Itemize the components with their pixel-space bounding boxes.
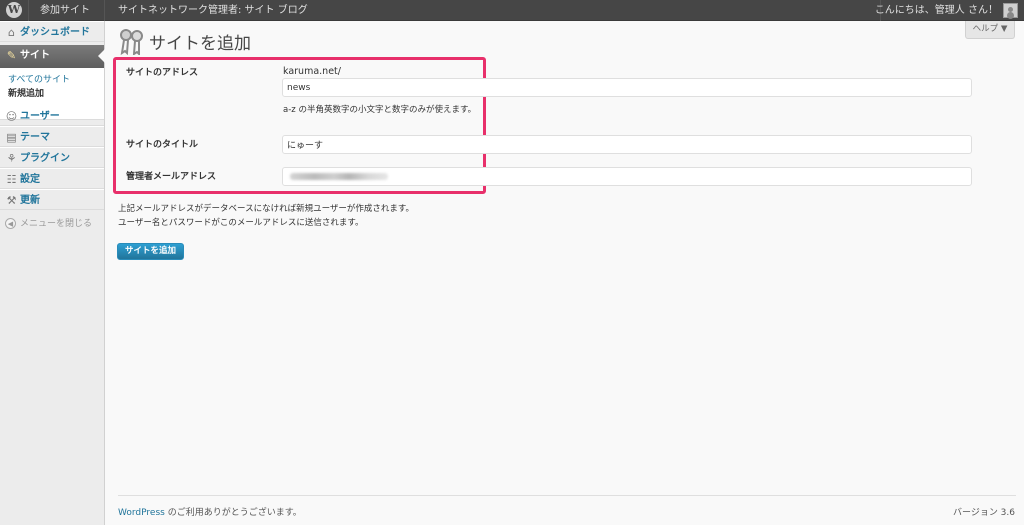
sidebar-item-plugins[interactable]: ⚘ プラグイン [0, 147, 104, 168]
network-admin-menu[interactable]: サイトネットワーク管理者: サイト ブログ [118, 0, 308, 21]
settings-icon: ☷ [6, 173, 17, 186]
help-tab-button[interactable]: ヘルプ ▼ [965, 21, 1015, 39]
site-title-label: サイトのタイトル [126, 140, 199, 150]
site-address-description: a-z の半角英数字の小文字と数字のみが使えます。 [283, 105, 477, 115]
sidebar-item-label: 設定 [20, 174, 40, 185]
sidebar-item-label: サイト [20, 50, 50, 61]
sidebar-item-label: ユーザー [20, 111, 60, 122]
avatar[interactable] [1003, 3, 1018, 18]
sidebar-item-users[interactable]: ☺ ユーザー [0, 105, 104, 126]
sidebar-item-settings[interactable]: ☷ 設定 [0, 168, 104, 189]
sidebar-item-label: ダッシュボード [20, 27, 90, 38]
sidebar-item-themes[interactable]: ▤ テーマ [0, 126, 104, 147]
email-note-line-2: ユーザー名とパスワードがこのメールアドレスに送信されます。 [118, 218, 364, 228]
submenu-add-new[interactable]: 新規追加 [8, 86, 44, 99]
admin-email-input[interactable] [282, 167, 972, 186]
sites-page-icon [120, 29, 143, 55]
sidebar-item-label: プラグイン [20, 153, 70, 164]
plugins-icon: ⚘ [6, 152, 17, 165]
my-sites-menu[interactable]: 参加サイト [40, 0, 90, 21]
blurred-email-value [290, 173, 388, 180]
site-address-label: サイトのアドレス [126, 68, 199, 78]
admin-bar-divider [28, 0, 29, 21]
themes-icon: ▤ [6, 131, 17, 144]
sidebar-item-label: テーマ [20, 132, 50, 143]
admin-bar-divider [104, 0, 105, 21]
site-address-input[interactable] [282, 78, 972, 97]
sidebar-item-dashboard[interactable]: ⌂ ダッシュボード [0, 21, 104, 42]
my-account-greeting[interactable]: こんにちは、管理人 さん！ [875, 0, 998, 21]
add-site-button[interactable]: サイトを追加 [117, 243, 184, 260]
sidebar-item-sites[interactable]: ✎ サイト [0, 45, 105, 68]
footer-divider [118, 495, 1016, 496]
current-menu-arrow [98, 49, 105, 63]
admin-bar: W 参加サイト サイトネットワーク管理者: サイト ブログ こんにちは、管理人 … [0, 0, 1024, 21]
users-icon: ☺ [5, 110, 18, 123]
updates-icon: ⚒ [6, 194, 17, 207]
sites-icon: ✎ [6, 49, 17, 62]
email-note-line-1: 上記メールアドレスがデータベースになければ新規ユーザーが作成されます。 [118, 204, 415, 214]
collapse-arrow-icon: ◀ [5, 218, 16, 229]
collapse-menu-label: メニューを閉じる [20, 219, 93, 229]
admin-sidebar: ⌂ ダッシュボード ✎ サイト すべてのサイト 新規追加 ☺ ユーザー ▤ テー… [0, 21, 105, 525]
sidebar-item-updates[interactable]: ⚒ 更新 [0, 189, 104, 210]
wordpress-logo-icon[interactable]: W [6, 2, 22, 18]
collapse-menu-button[interactable]: ◀ メニューを閉じる [0, 214, 104, 234]
wordpress-link[interactable]: WordPress [118, 508, 165, 518]
page-title: サイトを追加 [149, 34, 251, 54]
site-title-input[interactable] [282, 135, 972, 154]
main-content: ヘルプ ▼ サイトを追加 サイトのアドレス karuma.net/ a-z の半… [106, 21, 1024, 525]
footer-thanks-text: のご利用ありがとうございます。 [164, 508, 302, 518]
dashboard-icon: ⌂ [8, 26, 15, 39]
submenu-all-sites[interactable]: すべてのサイト [8, 72, 70, 85]
footer-version: バージョン 3.6 [953, 508, 1015, 518]
admin-email-label: 管理者メールアドレス [126, 172, 217, 182]
footer-thanks: WordPress のご利用ありがとうございます。 [118, 505, 302, 518]
domain-prefix: karuma.net/ [283, 66, 341, 77]
sidebar-item-label: 更新 [20, 195, 40, 206]
